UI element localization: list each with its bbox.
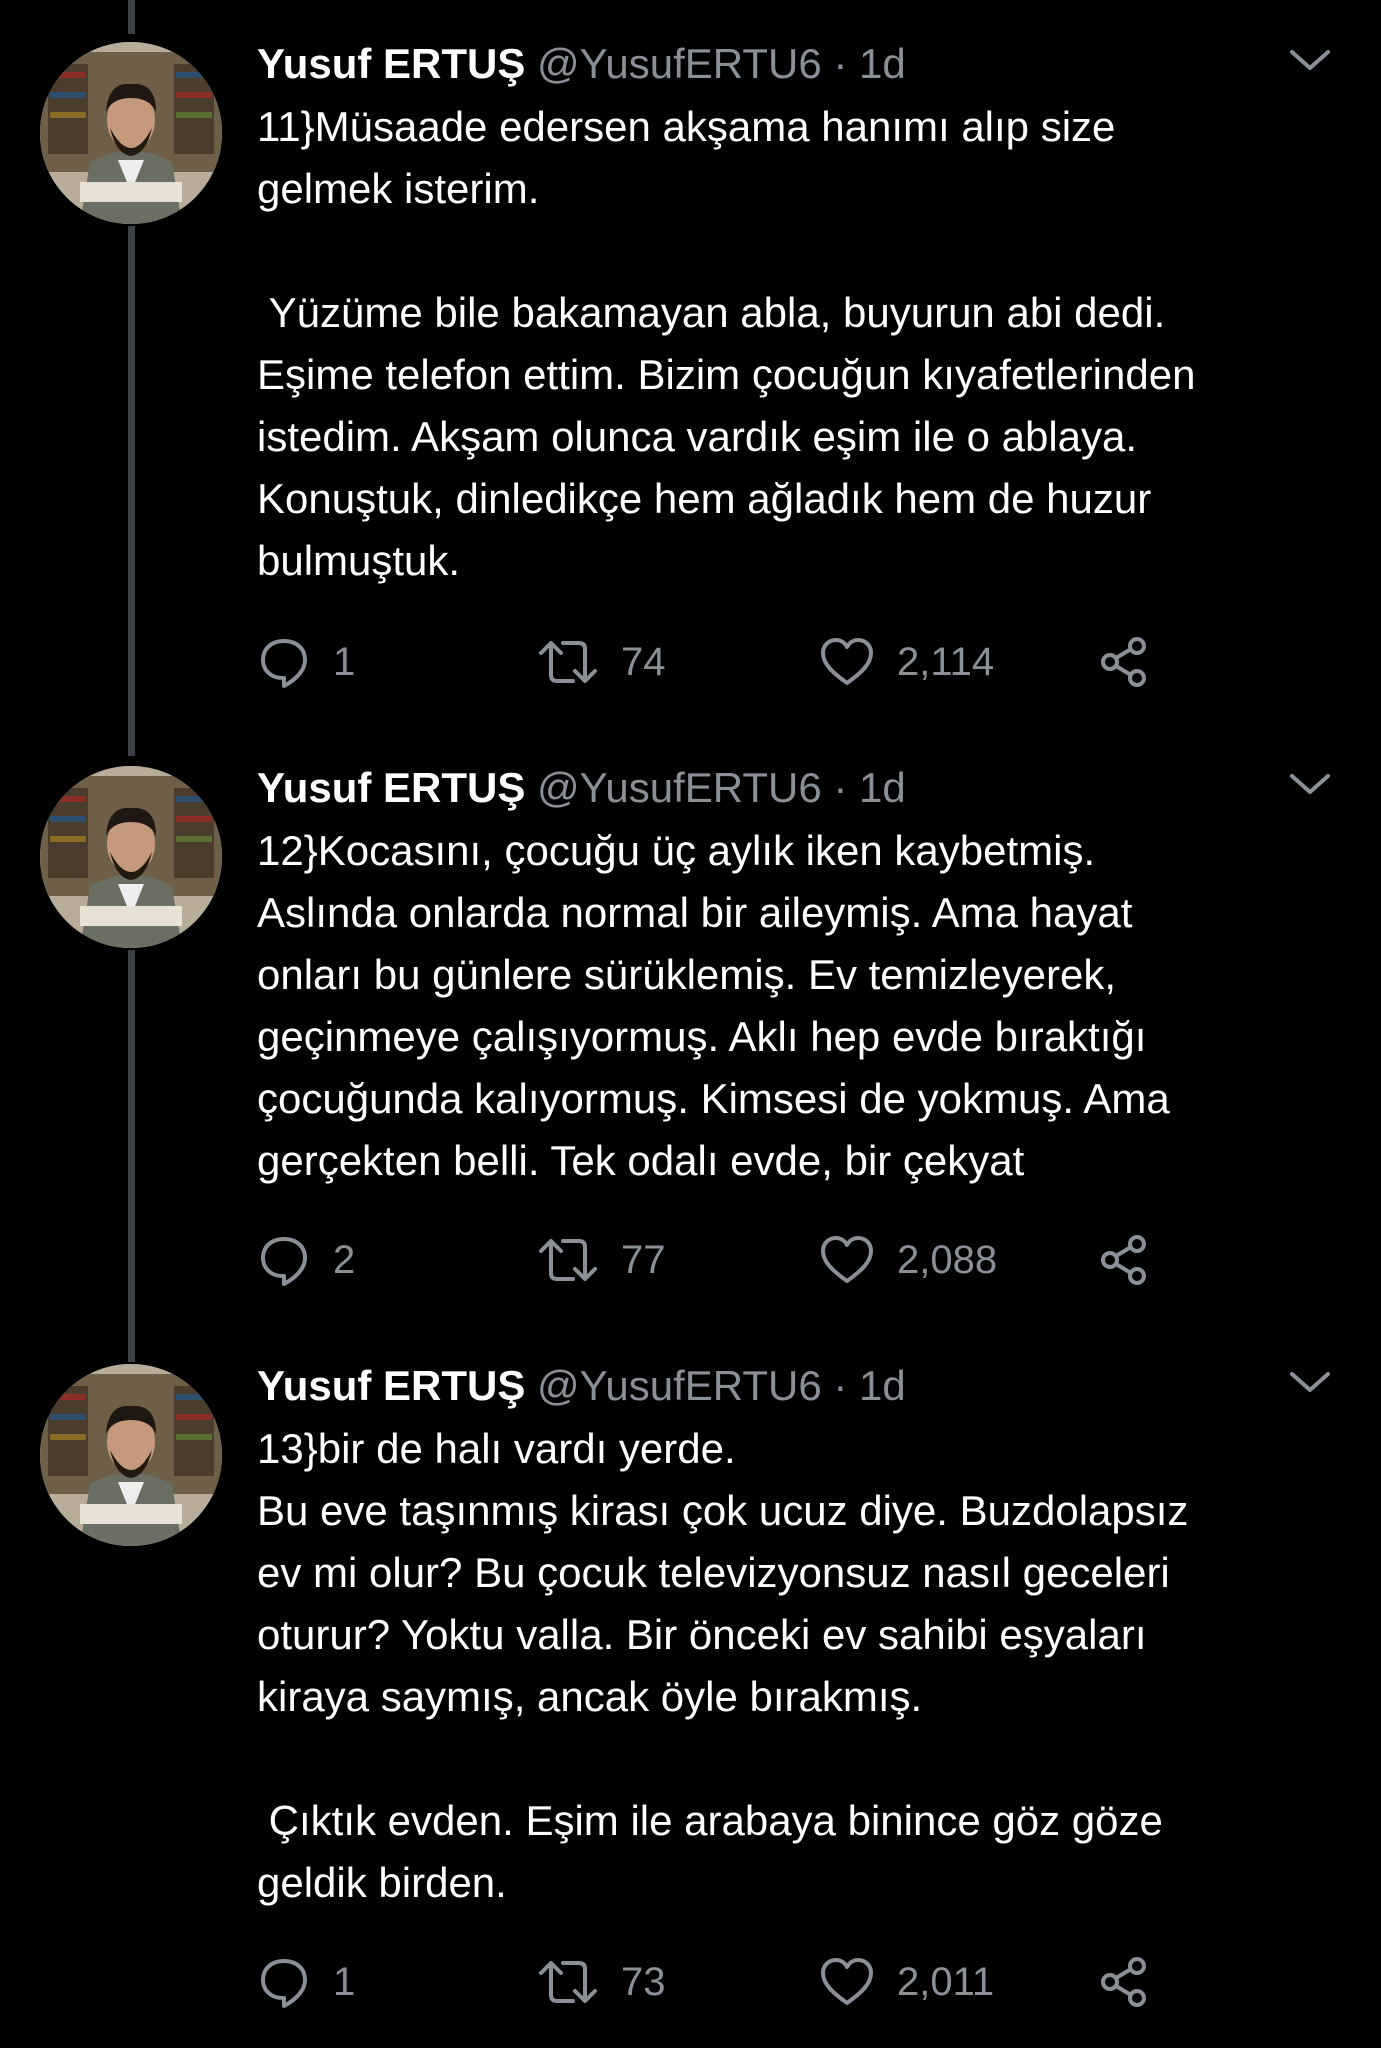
author-name[interactable]: Yusuf ERTUŞ bbox=[257, 764, 525, 811]
retweet-icon bbox=[539, 1239, 597, 1281]
reply-icon bbox=[261, 639, 307, 688]
tweet-12[interactable]: Yusuf ERTUŞ @YusufERTU6 · 1d 12}Kocasını… bbox=[0, 724, 1381, 1324]
retweet-button[interactable]: 73 bbox=[537, 1952, 666, 2012]
separator-dot: · bbox=[833, 40, 848, 87]
author-name[interactable]: Yusuf ERTUŞ bbox=[257, 1362, 525, 1409]
retweet-count: 77 bbox=[621, 1237, 666, 1282]
share-button[interactable] bbox=[1097, 632, 1153, 692]
like-button[interactable]: 2,011 bbox=[819, 1952, 994, 2012]
heart-icon bbox=[821, 1958, 873, 2005]
reply-button[interactable]: 1 bbox=[257, 1952, 355, 2012]
tweet-13[interactable]: Yusuf ERTUŞ @YusufERTU6 · 1d 13}bir de h… bbox=[0, 1322, 1381, 2048]
tweet-text: 12}Kocasını, çocuğu üç aylık iken kaybet… bbox=[257, 827, 1170, 1184]
separator-dot: · bbox=[833, 1362, 848, 1409]
like-count: 2,088 bbox=[897, 1237, 998, 1282]
author-handle[interactable]: @YusufERTU6 bbox=[537, 40, 822, 87]
reply-count: 2 bbox=[333, 1237, 356, 1282]
chevron-down-icon[interactable] bbox=[1286, 1366, 1334, 1400]
tweet-time[interactable]: 1d bbox=[859, 1362, 906, 1409]
retweet-count: 74 bbox=[621, 639, 666, 684]
retweet-button[interactable]: 74 bbox=[537, 632, 666, 692]
author-name[interactable]: Yusuf ERTUŞ bbox=[257, 40, 525, 87]
tweet-time[interactable]: 1d bbox=[859, 40, 906, 87]
avatar[interactable] bbox=[40, 766, 222, 948]
author-handle[interactable]: @YusufERTU6 bbox=[537, 764, 822, 811]
like-count: 2,114 bbox=[897, 639, 995, 684]
chevron-down-icon[interactable] bbox=[1286, 44, 1334, 78]
share-button[interactable] bbox=[1097, 1952, 1153, 2012]
heart-icon bbox=[821, 1236, 873, 1283]
like-count: 2,011 bbox=[897, 1959, 995, 2004]
tweet-actions: 1 74 2,114 bbox=[257, 632, 1177, 692]
tweet-header: Yusuf ERTUŞ @YusufERTU6 · 1d bbox=[257, 1358, 906, 1414]
retweet-icon bbox=[539, 1961, 597, 2003]
share-icon bbox=[1101, 1235, 1146, 1285]
retweet-icon bbox=[539, 641, 597, 683]
chevron-down-icon[interactable] bbox=[1286, 768, 1334, 802]
avatar[interactable] bbox=[40, 1364, 222, 1546]
retweet-button[interactable]: 77 bbox=[537, 1230, 666, 1290]
tweet-header: Yusuf ERTUŞ @YusufERTU6 · 1d bbox=[257, 760, 906, 816]
tweet-actions: 2 77 2,088 bbox=[257, 1230, 1177, 1290]
share-button[interactable] bbox=[1097, 1230, 1153, 1290]
tweet-text: 13}bir de halı vardı yerde. Bu eve taşın… bbox=[257, 1425, 1189, 1906]
tweet-time[interactable]: 1d bbox=[859, 764, 906, 811]
author-handle[interactable]: @YusufERTU6 bbox=[537, 1362, 822, 1409]
reply-icon bbox=[261, 1959, 307, 2008]
reply-button[interactable]: 1 bbox=[257, 632, 355, 692]
reply-button[interactable]: 2 bbox=[257, 1230, 355, 1290]
tweet-header: Yusuf ERTUŞ @YusufERTU6 · 1d bbox=[257, 36, 906, 92]
separator-dot: · bbox=[833, 764, 848, 811]
like-button[interactable]: 2,114 bbox=[819, 632, 994, 692]
tweet-11[interactable]: Yusuf ERTUŞ @YusufERTU6 · 1d 11}Müsaade … bbox=[0, 0, 1381, 720]
heart-icon bbox=[821, 638, 873, 685]
avatar[interactable] bbox=[40, 42, 222, 224]
tweet-actions: 1 73 2,011 bbox=[257, 1952, 1177, 2012]
like-button[interactable]: 2,088 bbox=[819, 1230, 997, 1290]
tweet-text: 11}Müsaade edersen akşama hanımı alıp si… bbox=[257, 103, 1196, 584]
retweet-count: 73 bbox=[621, 1959, 666, 2004]
reply-count: 1 bbox=[333, 639, 356, 684]
reply-icon bbox=[261, 1237, 307, 1286]
share-icon bbox=[1101, 637, 1146, 687]
reply-count: 1 bbox=[333, 1959, 356, 2004]
share-icon bbox=[1101, 1957, 1146, 2007]
